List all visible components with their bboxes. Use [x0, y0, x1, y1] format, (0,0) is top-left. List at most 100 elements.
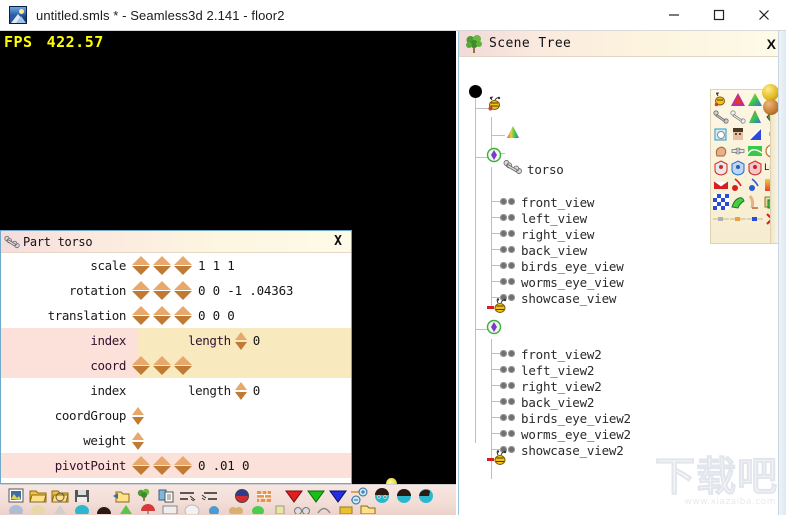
hand-icon[interactable]	[713, 143, 729, 159]
pin-blue-icon[interactable]	[747, 177, 763, 193]
pin-red-icon[interactable]	[730, 177, 746, 193]
scene-tree-close-icon[interactable]: X	[767, 37, 776, 51]
shield-red-icon[interactable]	[747, 160, 763, 176]
spinner-group[interactable]	[131, 305, 194, 326]
spinner-z[interactable]	[173, 280, 194, 301]
spinner-group[interactable]	[131, 280, 194, 301]
spinner-x[interactable]	[131, 280, 152, 301]
length-field[interactable]: length 0	[188, 381, 260, 401]
spinner-x[interactable]	[131, 255, 152, 276]
tool-palette[interactable]: L=R	[710, 84, 780, 244]
close-button[interactable]	[741, 0, 786, 31]
tree-node-bee-end-2[interactable]	[487, 449, 509, 469]
tree-node-group-viewpoints-2[interactable]	[486, 319, 502, 337]
hand-paint-icon[interactable]	[730, 194, 746, 210]
spiral-icon[interactable]	[314, 503, 334, 514]
tree-item-left-view2[interactable]: left_view2	[499, 362, 594, 378]
bone-grey-icon[interactable]	[713, 109, 729, 125]
spinner-z[interactable]	[173, 305, 194, 326]
tree-node-group-viewpoints-1[interactable]	[486, 147, 502, 165]
tree-item-back-view[interactable]: back_view	[499, 242, 587, 258]
spinner-group[interactable]	[131, 255, 194, 276]
property-value[interactable]: 0 0 -1 .04363	[198, 283, 293, 298]
sphere-tan-icon[interactable]	[28, 503, 48, 514]
scene-tree-panel[interactable]: Scene Tree X torso front_view left_view …	[458, 31, 786, 515]
triangle-red-icon[interactable]	[730, 92, 746, 108]
spinner-y[interactable]	[152, 280, 173, 301]
ball-green-icon[interactable]	[248, 503, 268, 514]
spinner-x[interactable]	[131, 455, 152, 476]
part-dialog-close-icon[interactable]: X	[334, 235, 342, 248]
property-value[interactable]: 0 .01 0	[198, 458, 249, 473]
drop-icon[interactable]	[204, 503, 224, 514]
tree-node-group-bee[interactable]	[487, 96, 505, 115]
umbrella-icon[interactable]	[138, 503, 158, 514]
peanut-icon[interactable]	[226, 503, 246, 514]
tree-item-front-view[interactable]: front_view	[499, 194, 594, 210]
bone-white-icon[interactable]	[730, 109, 746, 125]
sphere-grey-icon[interactable]	[6, 503, 26, 514]
spinner-weight[interactable]	[131, 431, 146, 451]
dot-blue-icon[interactable]	[747, 211, 763, 227]
leg-icon[interactable]	[747, 194, 763, 210]
gold-icon[interactable]	[336, 503, 356, 514]
cone-green-icon[interactable]	[116, 503, 136, 514]
bottom-toolbar-row2[interactable]	[0, 503, 456, 515]
tree-node-cone[interactable]	[503, 125, 523, 143]
length-field[interactable]: length 0	[188, 331, 260, 351]
sphere-white-icon[interactable]	[182, 503, 202, 514]
tree-item-back-view2[interactable]: back_view2	[499, 394, 594, 410]
property-value[interactable]: 0 0 0	[198, 308, 235, 323]
property-row-rotation[interactable]: rotation 0 0 -1 .04363	[1, 278, 351, 303]
tree-item-worms-eye-view2[interactable]: worms_eye_view2	[499, 426, 631, 442]
maximize-button[interactable]	[696, 0, 741, 31]
spinner-group[interactable]	[131, 455, 194, 476]
property-row-weight[interactable]: weight	[1, 428, 351, 453]
folder-yellow-icon[interactable]	[358, 503, 378, 514]
glasses-icon[interactable]	[292, 503, 312, 514]
spinner-coordgroup[interactable]	[131, 406, 146, 426]
tree-item-left-view[interactable]: left_view	[499, 210, 587, 226]
envelope-icon[interactable]	[713, 177, 729, 193]
property-row-coord[interactable]: coord	[1, 353, 351, 378]
tree-node-bee-end-1[interactable]	[487, 297, 509, 317]
spinner-length[interactable]	[234, 331, 249, 351]
property-row-pivotpoint[interactable]: pivotPoint 0 .01 0	[1, 453, 351, 478]
minimize-button[interactable]	[651, 0, 696, 31]
spinner-z[interactable]	[173, 255, 194, 276]
shield-blue-icon[interactable]	[730, 160, 746, 176]
spinner-y[interactable]	[152, 255, 173, 276]
spinner-y[interactable]	[152, 455, 173, 476]
tree-item-birds-eye-view2[interactable]: birds_eye_view2	[499, 410, 631, 426]
face-icon[interactable]	[730, 126, 746, 142]
tree-item-birds-eye-view[interactable]: birds_eye_view	[499, 258, 624, 274]
spinner-x[interactable]	[131, 305, 152, 326]
tree-item-right-view[interactable]: right_view	[499, 226, 594, 242]
tree-item-showcase-view2[interactable]: showcase_view2	[499, 442, 624, 458]
tree-item-right-view2[interactable]: right_view2	[499, 378, 602, 394]
panel-scrollbar[interactable]	[778, 31, 786, 515]
card-icon[interactable]	[160, 503, 180, 514]
checker-icon[interactable]	[713, 194, 729, 210]
property-value[interactable]: 1 1 1	[198, 258, 235, 273]
tree-item-worms-eye-view[interactable]: worms_eye_view	[499, 274, 624, 290]
dot-grey-icon[interactable]	[713, 211, 729, 227]
shield-grey-icon[interactable]	[713, 160, 729, 176]
tree-item-front-view2[interactable]: front_view2	[499, 346, 602, 362]
dot-orange-icon[interactable]	[730, 211, 746, 227]
part-properties-dialog[interactable]: Part torso X scale 1 1 1 rotation 0 0 -1…	[0, 230, 352, 484]
bee-icon[interactable]	[713, 92, 729, 108]
spinner-y[interactable]	[152, 305, 173, 326]
spinner-group[interactable]	[131, 355, 194, 376]
tree-item-showcase-view[interactable]: showcase_view	[499, 290, 616, 306]
length-value[interactable]: 0	[253, 333, 261, 348]
spinner-z[interactable]	[173, 455, 194, 476]
spinner-z[interactable]	[173, 355, 194, 376]
property-row-index-2[interactable]: index length 0	[1, 378, 351, 403]
spinner-y[interactable]	[152, 355, 173, 376]
spinner-x[interactable]	[131, 355, 152, 376]
property-row-coordgroup[interactable]: coordGroup	[1, 403, 351, 428]
tree-node-torso[interactable]: torso	[503, 159, 564, 177]
property-row-index[interactable]: index length 0	[1, 328, 351, 353]
curve-green-icon[interactable]	[747, 143, 763, 159]
